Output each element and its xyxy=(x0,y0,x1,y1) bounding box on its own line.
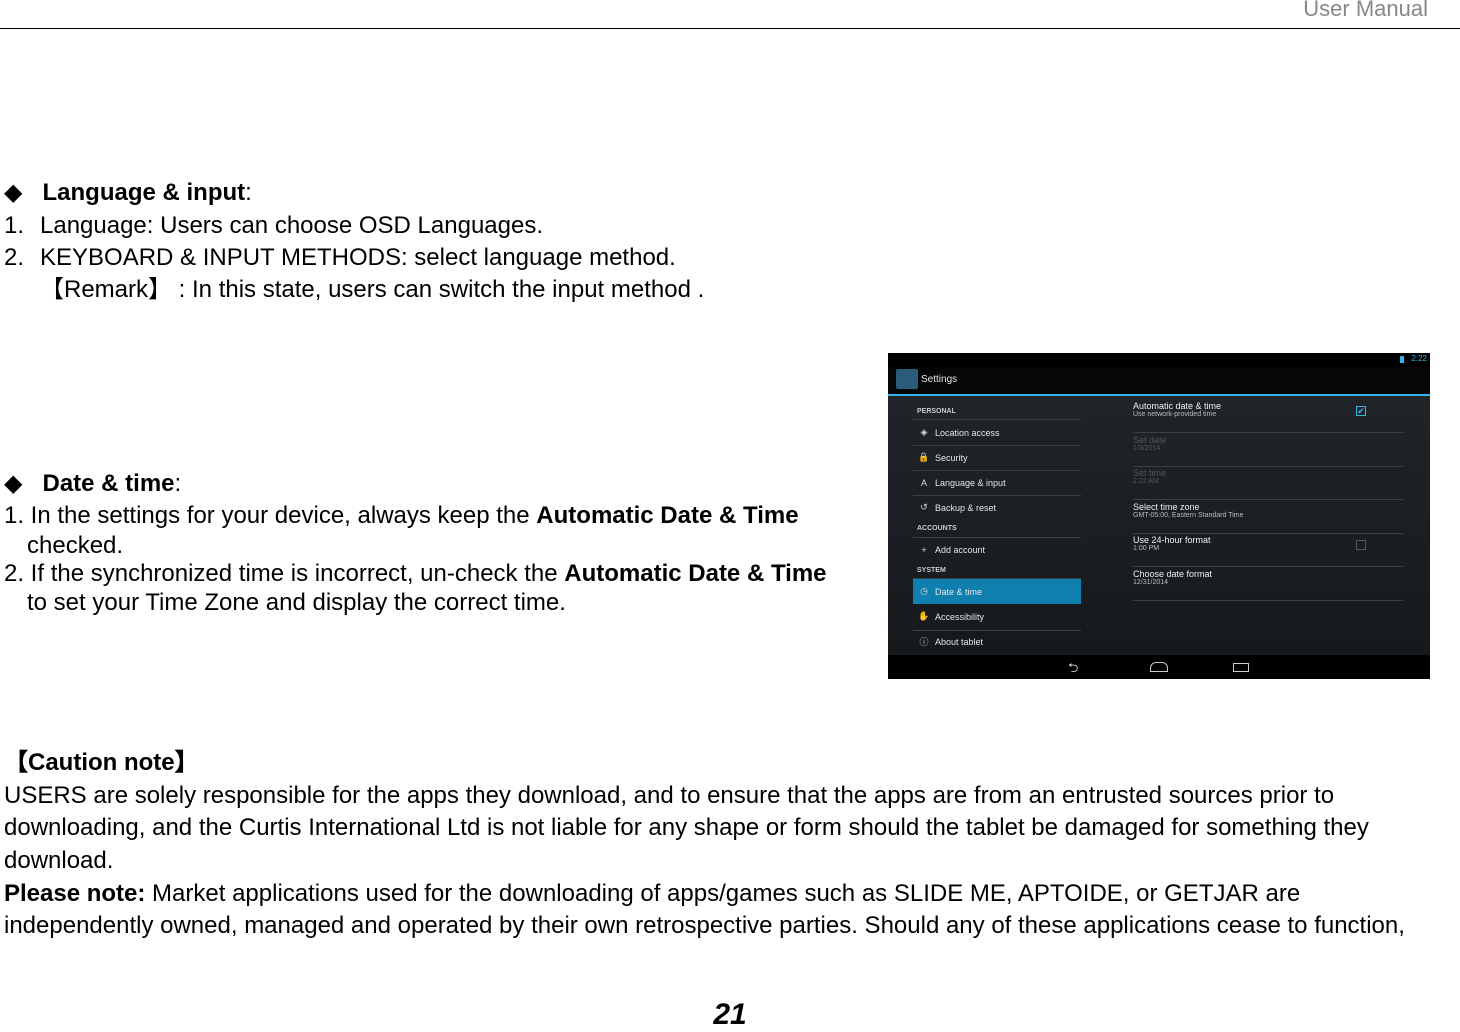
status-time: 2:22 xyxy=(1411,354,1427,363)
category-header: SYSTEM xyxy=(917,567,946,574)
app-title: Settings xyxy=(921,374,958,385)
diamond-bullet-icon: ◆ xyxy=(4,470,23,497)
note-text: Please note: Market applications used fo… xyxy=(4,880,1300,908)
list-item: KEYBOARD & INPUT METHODS: select languag… xyxy=(40,244,676,271)
location-icon: ◈ xyxy=(920,427,928,437)
setting-title: Choose date format xyxy=(1133,568,1213,579)
caution-title: 【Caution note】 xyxy=(4,749,199,776)
heading-text: Date & time xyxy=(42,470,175,497)
menu-item[interactable]: + Add account xyxy=(913,537,1081,562)
setting-item[interactable]: Select time zone GMT-05:00, Eastern Stand… xyxy=(1133,500,1403,534)
checkbox[interactable] xyxy=(1356,540,1366,550)
menu-item[interactable]: 🔒 Security xyxy=(913,445,1081,470)
section-heading-date: ◆ Date & time: xyxy=(4,470,181,498)
menu-label: Backup & reset xyxy=(935,502,997,513)
backup-icon: ↺ xyxy=(920,502,928,512)
heading-text: Language & input xyxy=(42,179,246,206)
page-number: 21 xyxy=(713,998,747,1031)
settings-screenshot: 2:22 Settings PERSONAL ACCOUNTS SYSTEM ◈ Loc… xyxy=(888,353,1430,679)
setting-subtitle: GMT-05:00, Eastern Standard Time xyxy=(1133,511,1244,519)
battery-icon xyxy=(1400,356,1404,363)
list-number: 2. xyxy=(4,244,25,271)
paragraph: 1. In the settings for your device, alwa… xyxy=(4,502,799,530)
menu-item[interactable]: ↺ Backup & reset xyxy=(913,495,1081,520)
caution-text: download. xyxy=(4,847,114,874)
colon: : xyxy=(174,470,182,497)
header-divider xyxy=(0,28,1460,29)
setting-item[interactable]: Set time 2:22 AM xyxy=(1133,466,1403,500)
text: 1. In the settings for your device, alwa… xyxy=(4,502,537,529)
caution-text: downloading, and the Curtis Internationa… xyxy=(4,814,1369,841)
menu-label: Language & input xyxy=(935,477,1006,488)
action-bar: Settings xyxy=(888,367,1430,396)
menu-label: Location access xyxy=(935,427,1000,438)
list-number: 1. xyxy=(4,212,25,239)
text: checked. xyxy=(27,532,124,559)
menu-label: Accessibility xyxy=(935,611,985,622)
note-label: Please note: xyxy=(4,880,146,907)
bold-text: Automatic Date & Time xyxy=(536,502,799,529)
setting-item[interactable]: Use 24-hour format 1:00 PM xyxy=(1133,533,1403,567)
setting-item[interactable]: Set date 1/3/2014 xyxy=(1133,433,1403,467)
setting-item[interactable]: Choose date format 12/31/2014 xyxy=(1133,567,1403,601)
note-text: independently owned, managed and operate… xyxy=(4,912,1405,939)
lock-icon: 🔒 xyxy=(918,452,930,462)
menu-item[interactable]: ✋ Accessibility xyxy=(913,604,1081,629)
diamond-bullet-icon: ◆ xyxy=(4,179,23,206)
colon: : xyxy=(245,179,252,206)
menu-item[interactable]: ◷ Date & time xyxy=(913,579,1081,604)
menu-item[interactable]: ⓘ About tablet xyxy=(913,629,1081,654)
text: to set your Time Zone and display the co… xyxy=(27,589,566,616)
info-icon: ⓘ xyxy=(919,637,929,647)
language-icon: A xyxy=(920,477,927,488)
settings-app-icon xyxy=(896,369,918,389)
header-title: User Manual xyxy=(1303,0,1428,21)
navigation-bar: ⮌ xyxy=(888,655,1430,679)
text: 2. If the synchronized time is incorrect… xyxy=(4,560,565,587)
setting-item[interactable]: Automatic date & time Use network-provide… xyxy=(1133,399,1403,433)
paragraph: 2. If the synchronized time is incorrect… xyxy=(4,560,827,588)
bold-text: Automatic Date & Time xyxy=(564,560,827,587)
plus-icon: + xyxy=(921,544,927,555)
setting-subtitle: 1/3/2014 xyxy=(1133,444,1161,452)
recents-icon[interactable] xyxy=(1233,663,1249,672)
menu-item[interactable]: A Language & input xyxy=(913,470,1081,495)
category-header: PERSONAL xyxy=(917,408,956,415)
setting-subtitle: 12/31/2014 xyxy=(1133,578,1169,586)
status-bar: 2:22 xyxy=(888,353,1430,367)
section-heading-language: ◆ Language & input: xyxy=(4,179,252,207)
menu-item[interactable]: ◈ Location access xyxy=(913,420,1081,445)
setting-subtitle: 2:22 AM xyxy=(1133,478,1159,485)
remark: 【Remark】 : In this state, users can swit… xyxy=(40,276,705,303)
home-icon[interactable] xyxy=(1150,662,1168,672)
setting-title: Set time xyxy=(1133,468,1167,478)
setting-title: Select time zone xyxy=(1133,501,1200,512)
text: Market applications used for the downloa… xyxy=(145,880,1301,907)
checkbox[interactable]: ✔ xyxy=(1356,406,1366,416)
hand-icon: ✋ xyxy=(918,611,930,621)
category-header: ACCOUNTS xyxy=(917,525,957,532)
back-icon[interactable]: ⮌ xyxy=(1068,659,1078,679)
menu-label: Date & time xyxy=(935,586,983,597)
caution-text: USERS are solely responsible for the app… xyxy=(4,782,1335,809)
menu-label: Security xyxy=(935,452,968,463)
setting-title: Set date xyxy=(1133,434,1167,445)
menu-label: About tablet xyxy=(935,636,984,647)
clock-icon: ◷ xyxy=(920,586,928,596)
menu-label: Add account xyxy=(935,544,986,555)
list-item: Language: Users can choose OSD Languages… xyxy=(40,212,544,239)
